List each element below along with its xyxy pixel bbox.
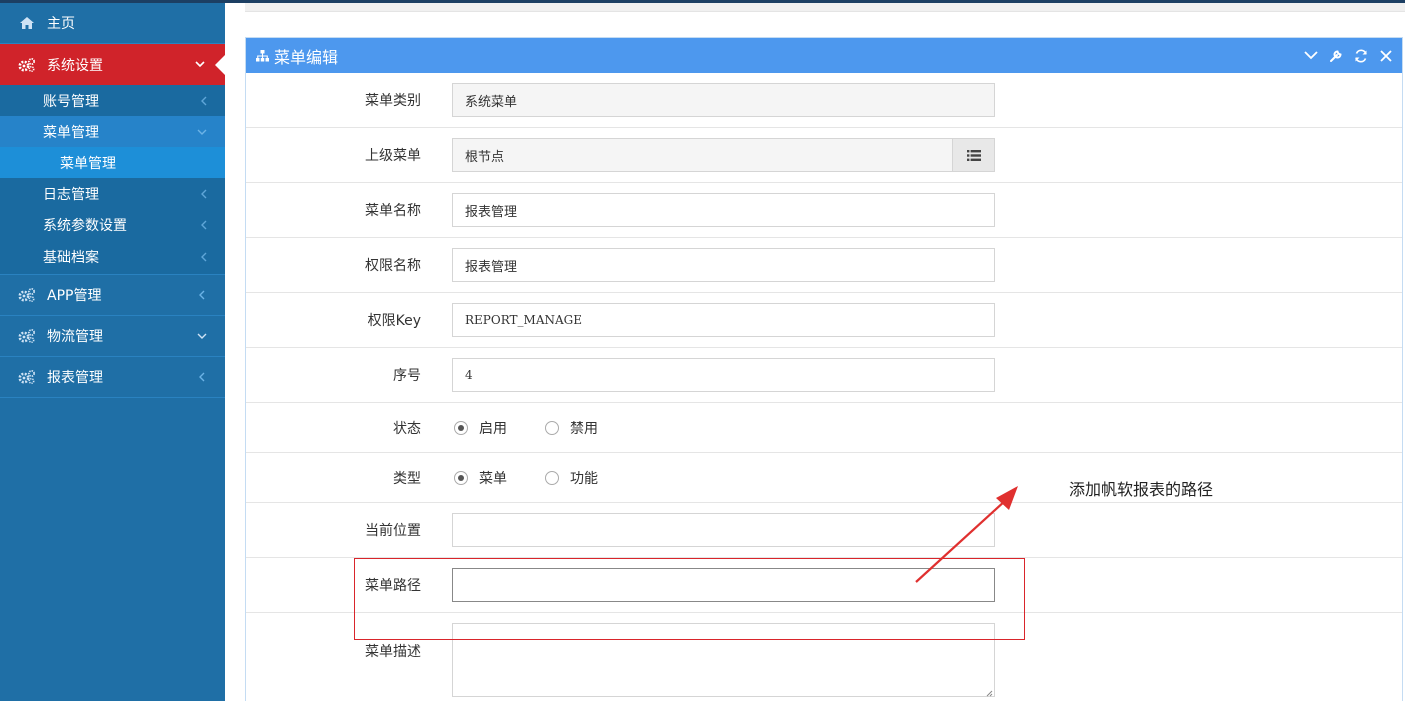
menu-category-field: 系统菜单 — [452, 83, 995, 117]
radio-label: 功能 — [570, 470, 598, 487]
menu-name-input[interactable] — [452, 193, 995, 227]
sidebar-subitem-label: 基础档案 — [43, 250, 99, 266]
sidebar-subitem-account[interactable]: 账号管理 — [0, 85, 225, 116]
field-label: 类型 — [393, 470, 421, 487]
sidebar-item-logistics[interactable]: 物流管理 — [0, 316, 225, 357]
panel-tools — [1303, 38, 1394, 73]
row-order: 序号 — [246, 348, 1402, 403]
close-icon[interactable] — [1378, 48, 1394, 64]
chevron-left-icon — [201, 220, 207, 230]
radio-dot[interactable] — [545, 420, 559, 435]
sidebar-item-home[interactable]: 主页 — [0, 3, 225, 44]
row-type: 类型 菜单 功能 — [246, 453, 1402, 503]
sidebar-item-label: APP管理 — [47, 288, 102, 304]
panel-title: 菜单编辑 — [274, 47, 339, 67]
gears-icon — [18, 369, 36, 385]
type-radio-menu[interactable]: 菜单 — [454, 468, 507, 488]
gears-icon — [18, 287, 36, 303]
radio-label: 禁用 — [570, 420, 598, 437]
sidebar: 主页 系统设置 账号管理 菜单管理 菜单管理 日志管理 系统参数设置 基础档案 … — [0, 3, 225, 701]
sidebar-item-reports[interactable]: 报表管理 — [0, 357, 225, 398]
chevron-down-icon — [195, 60, 205, 70]
chevron-left-icon — [201, 96, 207, 106]
sidebar-subitem-label: 菜单管理 — [43, 124, 99, 141]
sidebar-subitem-label: 账号管理 — [43, 93, 99, 110]
list-icon[interactable] — [952, 139, 994, 171]
field-label: 当前位置 — [365, 523, 421, 539]
chevron-left-icon — [201, 252, 207, 262]
field-value: 系统菜单 — [465, 94, 518, 110]
sidebar-subitem-sys-params[interactable]: 系统参数设置 — [0, 209, 225, 240]
row-menu-name: 菜单名称 — [246, 183, 1402, 238]
sidebar-subsubitem-menu[interactable]: 菜单管理 — [0, 147, 225, 178]
type-radio-function[interactable]: 功能 — [545, 468, 598, 488]
radio-dot[interactable] — [454, 470, 468, 485]
sidebar-subitem-archive[interactable]: 基础档案 — [0, 240, 225, 275]
sidebar-item-label: 报表管理 — [47, 370, 103, 386]
radio-label: 启用 — [479, 420, 507, 437]
sidebar-item-system-settings[interactable]: 系统设置 — [0, 44, 225, 85]
field-value: 根节点 — [465, 149, 505, 165]
parent-menu-field[interactable]: 根节点 — [452, 138, 995, 172]
sidebar-item-label: 物流管理 — [47, 329, 103, 345]
chevron-left-icon — [201, 189, 207, 199]
panel-header: 菜单编辑 — [246, 38, 1402, 73]
perm-name-input[interactable] — [452, 248, 995, 282]
chevron-down-icon — [197, 331, 207, 341]
radio-dot[interactable] — [545, 470, 559, 485]
field-label: 菜单名称 — [365, 203, 421, 219]
sidebar-subitem-log[interactable]: 日志管理 — [0, 178, 225, 209]
row-menu-category: 菜单类别 系统菜单 — [246, 73, 1402, 128]
top-card — [245, 3, 1405, 12]
menu-edit-panel: 菜单编辑 菜单类别 系统菜单 上级菜单 根节点 菜单名称 权限名称 权限Key — [245, 37, 1403, 701]
gears-icon — [18, 57, 36, 73]
field-label: 菜单类别 — [365, 93, 421, 109]
row-perm-key: 权限Key — [246, 293, 1402, 348]
gears-icon — [18, 328, 36, 344]
type-radio-group: 菜单 功能 — [454, 468, 636, 488]
perm-key-input[interactable] — [452, 303, 995, 337]
field-label: 权限Key — [367, 313, 421, 329]
chevron-left-icon — [197, 372, 207, 382]
wrench-icon[interactable] — [1328, 48, 1344, 64]
chevron-down-icon — [197, 129, 207, 135]
sidebar-item-app[interactable]: APP管理 — [0, 275, 225, 316]
field-label: 上级菜单 — [365, 148, 421, 164]
field-label: 权限名称 — [365, 258, 421, 274]
sidebar-item-label: 系统设置 — [47, 57, 103, 74]
refresh-icon[interactable] — [1353, 48, 1369, 64]
row-menu-desc: 菜单描述 — [246, 613, 1402, 701]
field-label: 菜单路径 — [365, 578, 421, 594]
status-radio-enabled[interactable]: 启用 — [454, 418, 507, 438]
sitemap-icon — [256, 49, 269, 62]
order-input[interactable] — [452, 358, 995, 392]
chevron-left-icon — [197, 290, 207, 300]
sidebar-subitem-menu[interactable]: 菜单管理 — [0, 116, 225, 147]
field-label: 菜单描述 — [365, 644, 421, 660]
status-radio-disabled[interactable]: 禁用 — [545, 418, 598, 438]
sidebar-subsubitem-label: 菜单管理 — [60, 155, 116, 172]
home-icon — [18, 15, 36, 31]
row-parent-menu: 上级菜单 根节点 — [246, 128, 1402, 183]
system-settings-submenu: 账号管理 菜单管理 菜单管理 日志管理 系统参数设置 基础档案 — [0, 85, 225, 275]
menu-desc-textarea[interactable] — [452, 623, 995, 697]
sidebar-subitem-label: 系统参数设置 — [43, 217, 127, 234]
field-label: 状态 — [393, 420, 421, 437]
current-position-input[interactable] — [452, 513, 995, 547]
row-current-position: 当前位置 — [246, 503, 1402, 558]
sidebar-subitem-label: 日志管理 — [43, 186, 99, 203]
radio-dot[interactable] — [454, 420, 468, 435]
field-label: 序号 — [393, 368, 421, 384]
menu-path-input[interactable] — [452, 568, 995, 602]
radio-label: 菜单 — [479, 470, 507, 487]
sidebar-item-label: 主页 — [47, 16, 75, 32]
annotation-text: 添加帆软报表的路径 — [1069, 480, 1214, 499]
collapse-chevron-icon[interactable] — [1303, 48, 1319, 64]
row-perm-name: 权限名称 — [246, 238, 1402, 293]
row-status: 状态 启用 禁用 — [246, 403, 1402, 453]
row-menu-path: 菜单路径 — [246, 558, 1402, 613]
status-radio-group: 启用 禁用 — [454, 418, 636, 438]
resize-grip-icon[interactable] — [985, 689, 993, 697]
